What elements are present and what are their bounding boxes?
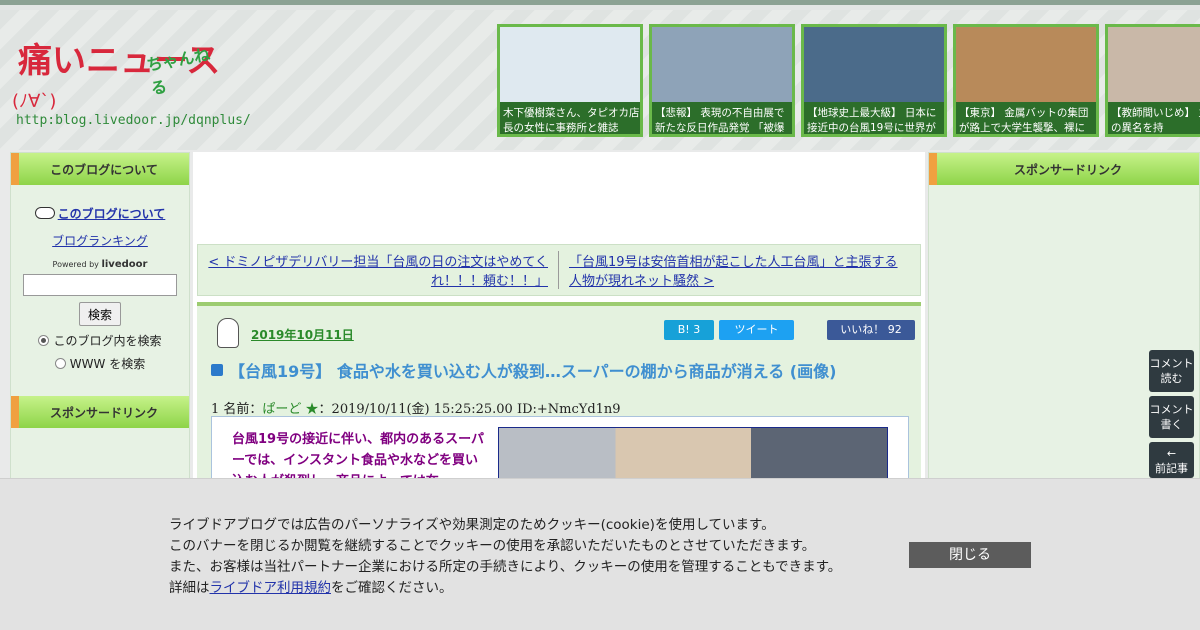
site-header: 痛いニュース ちゃんねる (ﾉ∀`) http:blog.livedoor.jp… [0, 0, 1200, 150]
thumbnail-item[interactable]: 【悲報】 表現の不自由展で新たな反日作品発覚 「被爆 [649, 24, 795, 137]
right-sponsor-heading: スポンサードリンク [929, 153, 1199, 185]
thumbnail-caption: 【教師間いじめ】 主「女帝」の異名を持 [1111, 107, 1200, 134]
facebook-like-button[interactable]: いいね！ 92 [827, 320, 915, 340]
about-line: このブログについて [11, 205, 189, 222]
radio-www-label: WWW を検索 [69, 357, 146, 371]
cookie-line-4-suffix: をご確認ください。 [331, 580, 453, 596]
ranking-link[interactable]: ブログランキング [11, 232, 189, 249]
radio-blog-label: このブログ内を検索 [53, 334, 162, 348]
prev-article-cell: < ドミノピザデリバリー担当「台風の日の注文はやめてくれ！！！頼む！！」 [198, 251, 559, 289]
next-article-cell: 「台風19号は安倍首相が起こした人工台風」と主張する人物が現れネット騒然 > [559, 245, 920, 295]
next-article-link[interactable]: 「台風19号は安倍首相が起こした人工台風」と主張する人物が現れネット騒然 > [569, 255, 898, 289]
about-link[interactable]: このブログについて [58, 207, 166, 221]
radio-www[interactable] [54, 358, 66, 369]
comment-read-button[interactable]: コメント読む [1149, 350, 1194, 392]
prev-article-link[interactable]: < ドミノピザデリバリー担当「台風の日の注文はやめてくれ！！！頼む！！」 [208, 255, 548, 289]
post-date[interactable]: 2019年10月11日 [251, 326, 354, 343]
thumbnail-image [500, 27, 640, 102]
thumbnail-image [1108, 27, 1200, 102]
thumbnail-caption: 木下優樹菜さん、タピオカ店長の女性に事務所と雑誌 [503, 107, 640, 134]
left-sponsor-heading: スポンサードリンク [11, 396, 189, 428]
logo-url: http:blog.livedoor.jp/dqnplus/ [16, 113, 251, 128]
comment-read-label: コメント読む [1149, 357, 1194, 385]
thumbnail-image [652, 27, 792, 102]
title-bullet-icon [211, 364, 223, 376]
comment-write-button[interactable]: コメント書く [1149, 396, 1194, 438]
cookie-line-1: ライブドアブログでは広告のパーソナライズや効果測定のためクッキー(cookie)… [169, 517, 775, 533]
prev-article-float-label: 前記事 [1155, 462, 1188, 475]
logo-face: (ﾉ∀`) [12, 91, 57, 112]
radio-www-row[interactable]: WWW を検索 [11, 355, 189, 372]
livedoor-logo: livedoor [101, 259, 148, 270]
cookie-banner: ライブドアブログでは広告のパーソナライズや効果測定のためクッキー(cookie)… [0, 478, 1200, 630]
search-button[interactable]: 検索 [79, 302, 121, 326]
thumbnail-caption: 【悲報】 表現の不自由展で新たな反日作品発覚 「被爆 [655, 107, 785, 134]
powered-prefix: Powered by [52, 260, 99, 269]
about-heading: このブログについて [11, 153, 189, 185]
thumbnail-image [804, 27, 944, 102]
post-title[interactable]: 【台風19号】 食品や水を買い込む人が殺到…スーパーの棚から商品が消える (画像… [211, 358, 891, 382]
site-logo[interactable]: 痛いニュース ちゃんねる (ﾉ∀`) http:blog.livedoor.jp… [10, 25, 251, 135]
face-icon [34, 207, 55, 219]
res-name: ぱーど ★ [262, 402, 319, 417]
prev-article-float-button[interactable]: ← 前記事 [1149, 442, 1194, 478]
mascot-icon [217, 318, 239, 348]
article-nav: < ドミノピザデリバリー担当「台風の日の注文はやめてくれ！！！頼む！！」 「台風… [197, 244, 921, 296]
thumbnail-image [956, 27, 1096, 102]
terms-link[interactable]: ライブドア利用規約 [210, 580, 332, 596]
radio-blog-row[interactable]: このブログ内を検索 [11, 332, 189, 349]
thumbnail-item[interactable]: 【東京】 金属バットの集団が路上で大学生襲撃、裸に [953, 24, 1099, 137]
cookie-line-2: このバナーを閉じるか閲覧を継続することでクッキーの使用を承認いただいたものとさせ… [169, 538, 816, 554]
cookie-line-4: 詳細はライブドア利用規約をご確認ください。 [169, 578, 889, 599]
thumbnail-item[interactable]: 木下優樹菜さん、タピオカ店長の女性に事務所と雑誌 [497, 24, 643, 137]
tweet-button[interactable]: ツイート [719, 320, 794, 340]
hatena-bookmark-button[interactable]: B! 3 [664, 320, 714, 340]
radio-blog[interactable] [38, 335, 50, 346]
res-suffix: ：2019/10/11(金) 15:25:25.00 ID:+NmcYd1n9 [318, 402, 621, 417]
cookie-line-4-prefix: 詳細は [169, 580, 210, 596]
arrow-left-icon: ← [1166, 447, 1177, 460]
thumbnail-item[interactable]: 【教師間いじめ】 主「女帝」の異名を持 [1105, 24, 1200, 137]
cookie-line-3: また、お客様は当社パートナー企業における所定の手続きにより、クッキーの使用を管理… [169, 559, 842, 575]
header-thumbnail-strip: 木下優樹菜さん、タピオカ店長の女性に事務所と雑誌 【悲報】 表現の不自由展で新た… [497, 24, 1200, 139]
thumbnail-caption: 【地球史上最大級】 日本に接近中の台風19号に世界が [807, 107, 937, 134]
thumbnail-item[interactable]: 【地球史上最大級】 日本に接近中の台風19号に世界が [801, 24, 947, 137]
cookie-text: ライブドアブログでは広告のパーソナライズや効果測定のためクッキー(cookie)… [169, 515, 889, 599]
powered-by: Powered by livedoor [11, 259, 189, 270]
thumbnail-caption: 【東京】 金属バットの集団が路上で大学生襲撃、裸に [959, 107, 1089, 134]
res-prefix: 1 名前： [211, 402, 263, 417]
post-title-text: 【台風19号】 食品や水を買い込む人が殺到…スーパーの棚から商品が消える (画像… [229, 362, 837, 381]
comment-write-label: コメント書く [1149, 403, 1194, 431]
ad-space [193, 152, 925, 244]
response-header: 1 名前：ぱーど ★：2019/10/11(金) 15:25:25.00 ID:… [211, 398, 621, 417]
search-input[interactable] [23, 274, 177, 296]
cookie-close-button[interactable]: 閉じる [909, 542, 1031, 568]
